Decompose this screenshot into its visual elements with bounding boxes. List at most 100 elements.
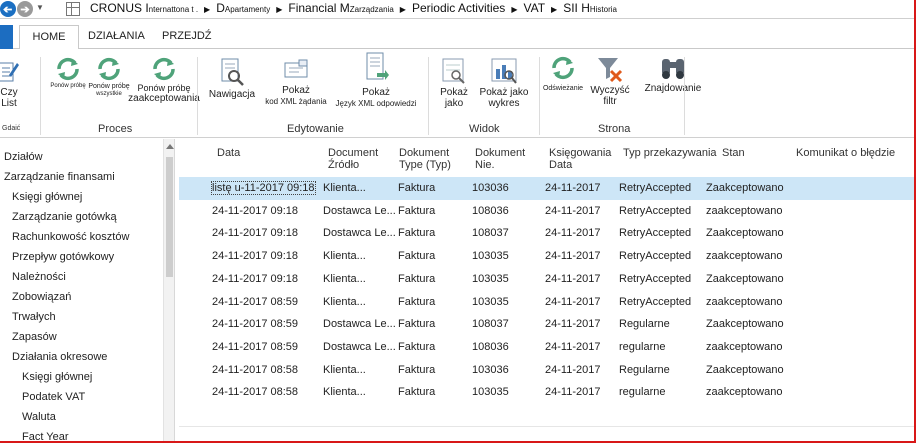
cell-transfer-type: Regularne	[619, 318, 670, 331]
cell-posting-date: 24-11-2017	[545, 386, 601, 399]
column-header-doc-type[interactable]: Dokument Type (Typ)	[399, 147, 451, 171]
cell-source: Dostawca Le...	[323, 340, 396, 353]
tab-actions[interactable]: DZIAŁANIA	[88, 30, 145, 42]
sidebar-item[interactable]: Działania okresowe	[12, 351, 107, 369]
column-header-error-message[interactable]: Komunikat o błędzie	[796, 147, 895, 159]
edit-list-icon	[0, 62, 19, 82]
cell-source: Klienta...	[323, 182, 366, 194]
cell-doc-no: 103035	[472, 250, 509, 263]
scrollbar-thumb[interactable]	[166, 157, 173, 277]
retry-accepted-button[interactable]: Ponów próbę zaakceptowania	[128, 57, 200, 104]
sidebar-item[interactable]: Zobowiązań	[12, 291, 71, 309]
cell-source: Klienta...	[323, 386, 366, 399]
navigate-button[interactable]: Nawigacja	[204, 57, 260, 100]
table-row[interactable]: 24-11-2017 08:59 Dostawca Le... Faktura 108…	[179, 313, 914, 336]
sidebar-item[interactable]: Księgi głównej	[12, 191, 82, 209]
column-header-status[interactable]: Stan	[722, 147, 745, 159]
back-button[interactable]: ➔	[0, 1, 16, 17]
show-as-list-button[interactable]: Pokaż jako	[434, 57, 474, 109]
forward-button[interactable]: ➔	[17, 1, 33, 17]
cell-status: Zaakceptowano	[706, 318, 784, 331]
sidebar-item[interactable]: Księgi głównej	[22, 371, 92, 389]
refresh-button[interactable]: Odświeżanie	[538, 55, 588, 94]
cell-date: 24-11-2017 08:59	[212, 340, 299, 353]
cell-doc-no: 103035	[472, 295, 509, 308]
cell-status: zaakceptowano	[706, 250, 783, 263]
cell-doc-no: 103035	[472, 272, 509, 285]
cell-doc-no: 108036	[472, 204, 509, 217]
sidebar-item[interactable]: Zarządzanie finansami	[4, 171, 115, 189]
show-as-chart-button[interactable]: Pokaż jako wykres	[474, 57, 534, 109]
breadcrumb-separator-icon: ▶	[511, 5, 518, 14]
sidebar-item[interactable]: Trwałych	[12, 311, 56, 329]
ribbon: Czy List Gdaić Ponów próbę Ponów próbę w…	[0, 49, 914, 138]
retry-all-button[interactable]: Ponów próbę wszystkie	[88, 57, 130, 98]
cell-doc-type: Faktura	[398, 204, 436, 217]
sidebar-item[interactable]: Rachunkowość kosztów	[12, 231, 129, 249]
cell-transfer-type: Regularne	[619, 363, 670, 376]
cell-transfer-type: RetryAccepted	[619, 182, 692, 194]
table-row[interactable]: 24-11-2017 08:59 Klienta... Faktura 103035 2…	[179, 291, 914, 314]
breadcrumb-item-vat[interactable]: VAT	[523, 1, 545, 15]
column-header-transfer-type[interactable]: Typ przekazywania	[623, 147, 717, 159]
table-row[interactable]: 24-11-2017 08:58 Klienta... Faktura 103036 2…	[179, 359, 914, 382]
table-row[interactable]: 24-11-2017 08:59 Dostawca Le... Faktura 108…	[179, 336, 914, 359]
tab-goto[interactable]: PRZEJDŹ	[162, 30, 212, 42]
sidebar-item[interactable]: Należności	[12, 271, 66, 289]
refresh-icon	[552, 56, 574, 80]
cell-date: 24-11-2017 08:59	[212, 318, 299, 331]
cell-doc-no: 108037	[472, 227, 509, 240]
table-row[interactable]: 24-11-2017 09:18 Klienta... Faktura 103035 2…	[179, 268, 914, 291]
column-header-date[interactable]: Data	[217, 147, 240, 159]
chart-view-icon	[491, 58, 517, 84]
table-row[interactable]: listę u-11-2017 09:18 Klienta... Faktura 10…	[179, 177, 914, 200]
breadcrumb-item-financial[interactable]: Financial MZarządzania	[288, 1, 393, 15]
cell-doc-type: Faktura	[398, 250, 436, 263]
scroll-up-icon[interactable]	[166, 144, 174, 149]
cell-date: 24-11-2017 09:18	[212, 204, 299, 217]
cell-source: Klienta...	[323, 250, 366, 263]
breadcrumb-item-departments[interactable]: DApartamenty	[216, 1, 270, 15]
cell-source: Dostawca Le...	[323, 227, 396, 240]
cell-doc-type: Faktura	[398, 318, 436, 331]
sidebar-item[interactable]: Fact Year	[22, 431, 68, 441]
divider	[179, 426, 914, 427]
table-row[interactable]: 24-11-2017 09:18 Dostawca Le... Faktura 108…	[179, 200, 914, 223]
table-row[interactable]: 24-11-2017 08:58 Klienta... Faktura 103035 2…	[179, 381, 914, 404]
group-divider	[684, 57, 685, 135]
tab-home[interactable]: HOME	[19, 25, 79, 50]
table-header: Data Document Źródło Dokument Type (Typ) Doku…	[179, 139, 914, 177]
sidebar-item[interactable]: Waluta	[22, 411, 56, 429]
sidebar-item[interactable]: Działów	[4, 151, 43, 169]
app-window: ➔ ➔ ▼ CRONUS Internattona t . ▶ DApartamen…	[0, 0, 916, 443]
breadcrumb-item-company[interactable]: CRONUS Internattona t .	[90, 1, 198, 15]
show-request-xml-button[interactable]: Pokaż kod XML żądania	[258, 57, 334, 107]
table-row[interactable]: 24-11-2017 09:18 Dostawca Le... Faktura 108…	[179, 222, 914, 245]
cell-source: Klienta...	[323, 295, 366, 308]
column-header-posting-date[interactable]: Księgowania Data	[549, 147, 611, 171]
sidebar-item[interactable]: Przepływ gotówkowy	[12, 251, 114, 269]
cell-date: 24-11-2017 08:58	[212, 363, 299, 376]
cell-source: Dostawca Le...	[323, 318, 396, 331]
sidebar-scrollbar[interactable]	[163, 139, 174, 441]
cell-doc-type: Faktura	[398, 386, 436, 399]
cell-transfer-type: regularne	[619, 340, 666, 353]
column-header-doc-no[interactable]: Dokument Nie.	[475, 147, 525, 171]
breadcrumb-item-periodic[interactable]: Periodic Activities	[412, 1, 505, 15]
table-row[interactable]: 24-11-2017 09:18 Klienta... Faktura 103035 2…	[179, 245, 914, 268]
clear-list-button[interactable]: Czy List	[0, 59, 20, 109]
find-button[interactable]: Znajdowanie	[640, 55, 706, 94]
show-response-xml-button[interactable]: Pokaż Język XML odpowiedzi	[330, 51, 422, 109]
cell-status: Zaakceptowano	[706, 227, 784, 240]
app-menu-button[interactable]	[0, 25, 13, 49]
retry-button[interactable]: Ponów próbę	[48, 57, 88, 90]
clear-filter-button[interactable]: Wyczyść filtr	[584, 55, 636, 107]
sidebar-item[interactable]: Zapasów	[12, 331, 57, 349]
sidebar-item[interactable]: Podatek VAT	[22, 391, 85, 409]
cell-posting-date: 24-11-2017	[545, 182, 601, 194]
sidebar-item[interactable]: Zarządzanie gotówką	[12, 211, 117, 229]
cell-transfer-type: RetryAccepted	[619, 204, 692, 217]
column-header-source[interactable]: Document Źródło	[328, 147, 378, 171]
breadcrumb-item-sii-history[interactable]: SII HHistoria	[563, 1, 617, 15]
history-dropdown-icon[interactable]: ▼	[36, 3, 44, 12]
